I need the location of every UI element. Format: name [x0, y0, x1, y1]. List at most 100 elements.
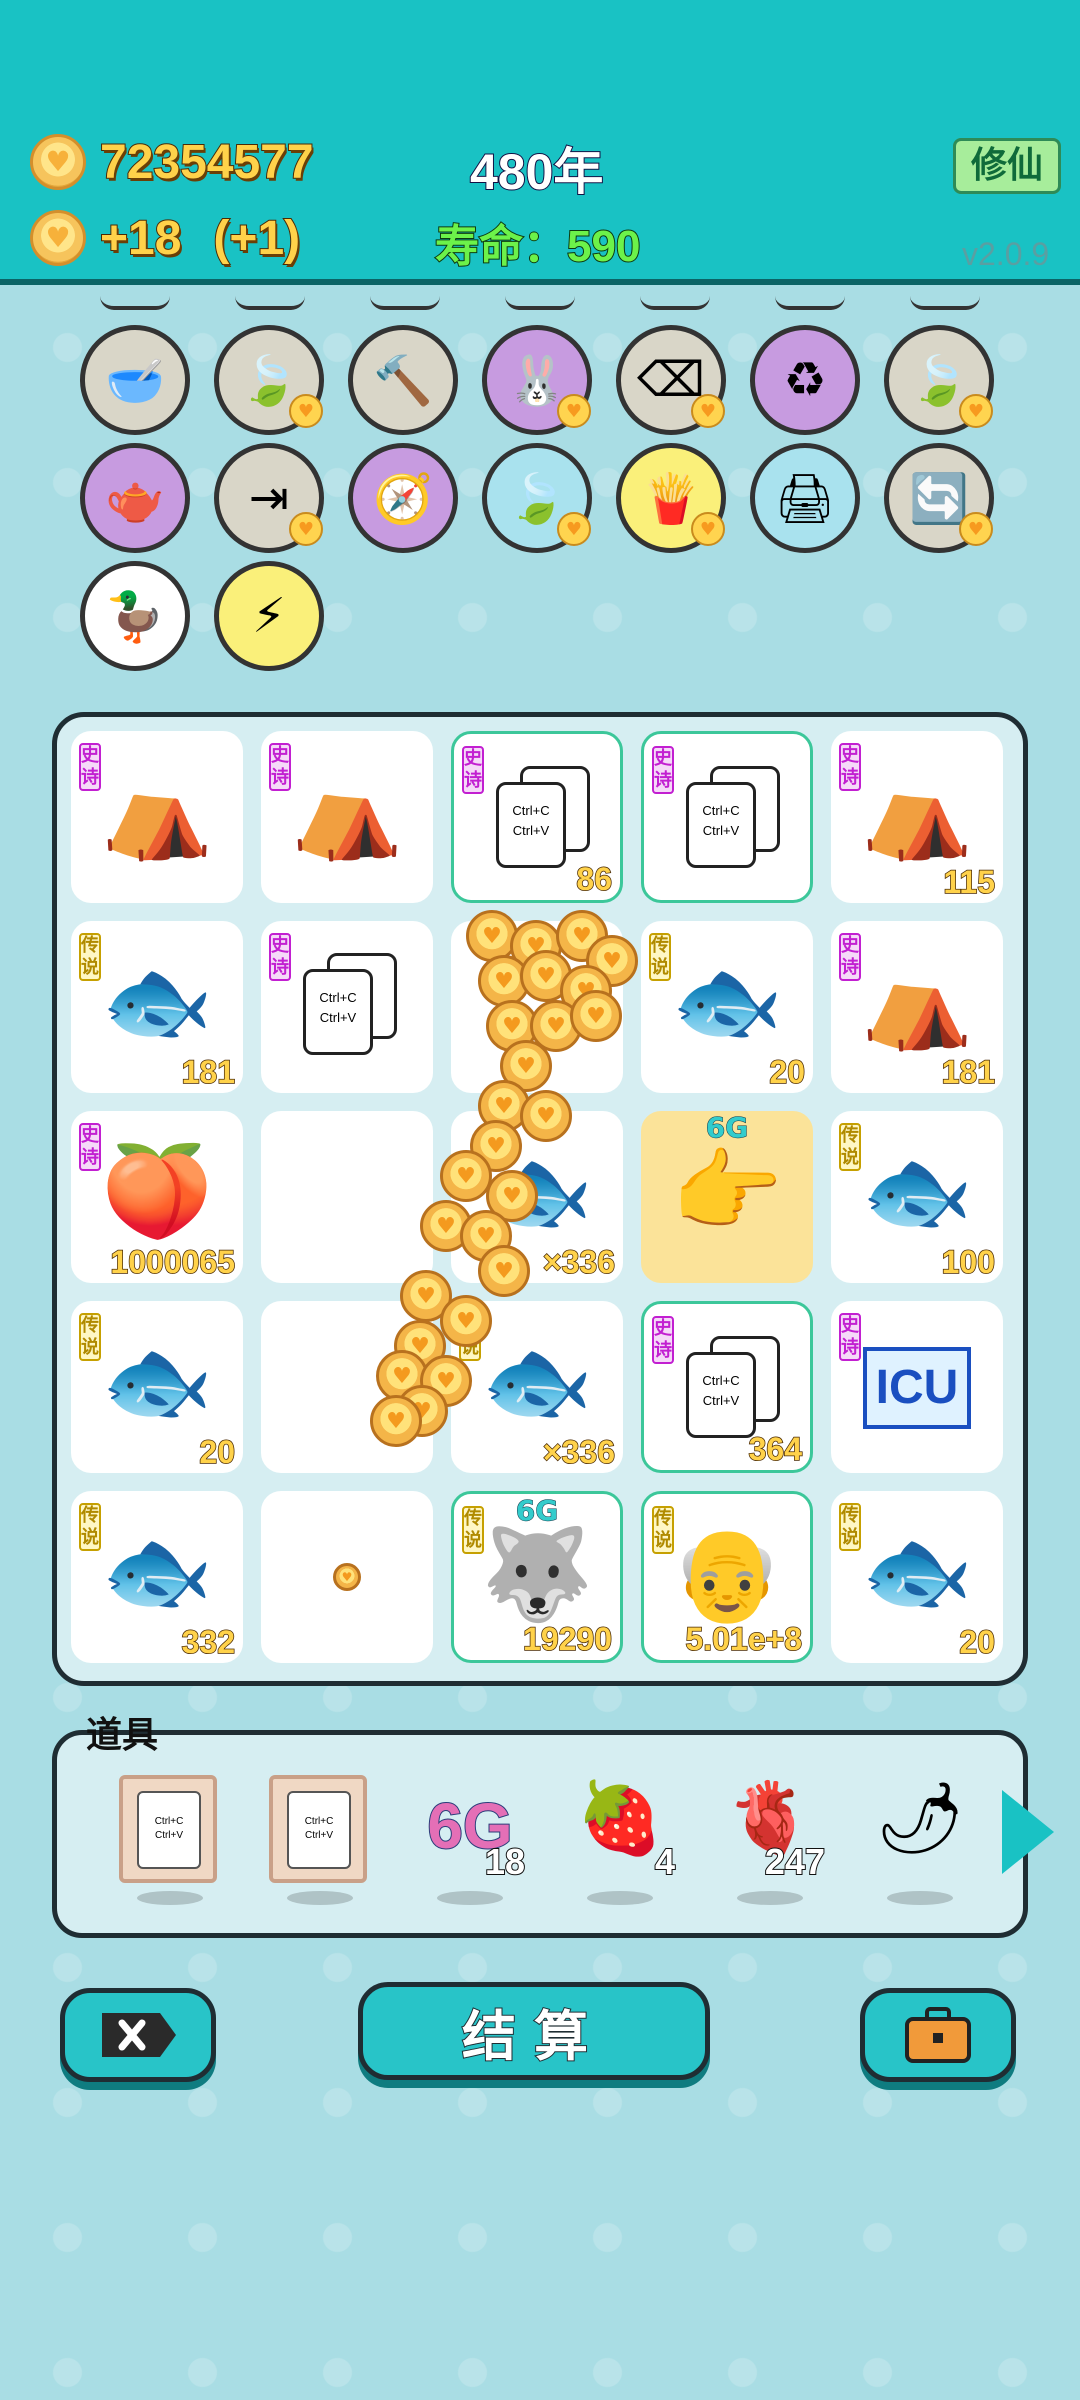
leaf-icon: 🍃	[909, 352, 969, 409]
copy-frame-item[interactable]: Ctrl+C Ctrl+V	[265, 1775, 375, 1905]
koi-fish-icon: 🐟	[860, 1139, 974, 1244]
board-cell[interactable]: 传说 🐟 ×336	[451, 1301, 623, 1473]
ability-button[interactable]: 🍃 ♥	[884, 325, 994, 435]
heart-badge-icon: ♥	[691, 512, 725, 546]
cell-count: 19290	[522, 1620, 612, 1658]
board-cell[interactable]: 传说 🐟 20	[831, 1491, 1003, 1663]
board-cell[interactable]: 史诗 ⛺ 181	[831, 921, 1003, 1093]
ability-button[interactable]: ⌫ ♥	[616, 325, 726, 435]
board-cell[interactable]: 传说 🐟 181	[71, 921, 243, 1093]
board-cell[interactable]: 史诗 Ctrl+C Ctrl+V	[641, 731, 813, 903]
board-cell[interactable]: 👉 6G	[641, 1111, 813, 1283]
ability-button[interactable]: 🔨	[348, 325, 458, 435]
coin-income-row: +18 (+1)	[30, 210, 301, 266]
pointing-hand-icon: 👉	[670, 1139, 784, 1244]
paste-label: Ctrl+V	[154, 1830, 184, 1841]
discard-button[interactable]	[60, 1988, 216, 2082]
board-cell[interactable]: 传说 👴 5.01e+8	[641, 1491, 813, 1663]
version-label: v2.0.9	[962, 236, 1050, 272]
merge-board: 史诗 ⛺ 史诗 ⛺ 史诗 Ctrl+C Ctrl+V 86 史诗 Ctrl+C Ctrl+V 史诗 ⛺ 1…	[52, 712, 1028, 1686]
cell-count: 332	[181, 1623, 236, 1661]
board-cell[interactable]	[261, 1301, 433, 1473]
refresh-icon: 🔄	[909, 470, 969, 527]
lifespan-display: 寿命：590	[434, 210, 641, 274]
board-cell[interactable]: ♥	[261, 1491, 433, 1663]
copy-frame-item[interactable]: Ctrl+C Ctrl+V	[115, 1775, 225, 1905]
coin-total: 72354577	[99, 135, 315, 190]
chili-item[interactable]: 🌶	[865, 1775, 975, 1905]
board-cell[interactable]: 传说 🐺 6G 19290	[451, 1491, 623, 1663]
ability-button[interactable]: 🍟 ♥	[616, 443, 726, 553]
ability-button[interactable]: 🔄 ♥	[884, 443, 994, 553]
item-shadow	[437, 1891, 503, 1905]
board-cell[interactable]: 史诗 ⛺	[71, 731, 243, 903]
old-man-king-icon: 👴	[670, 1522, 784, 1627]
year-display: 480年	[469, 143, 604, 201]
board-cell[interactable]: 传说 🐟 332	[71, 1491, 243, 1663]
koi-fish-icon: 🐟	[100, 1519, 214, 1624]
heart-badge-icon: ♥	[959, 512, 993, 546]
board-cell[interactable]: 传说 🐟 100	[831, 1111, 1003, 1283]
ability-button[interactable]: ⚡	[214, 561, 324, 671]
board-cell[interactable]: 史诗 🍑 1000065	[71, 1111, 243, 1283]
lightning-icon: ⚡	[252, 588, 286, 644]
ability-button[interactable]: 🍃 ♥	[482, 443, 592, 553]
strawberry-item[interactable]: 🍓 4	[565, 1775, 676, 1905]
husky-king-icon: 🐺	[480, 1522, 594, 1627]
pet-food-bowl-icon: 🥣	[105, 352, 165, 409]
board-cell[interactable]: 🐟 ×336	[451, 1111, 623, 1283]
fries-icon: 🍟	[641, 470, 701, 527]
board-cell[interactable]: 史诗 Ctrl+C Ctrl+V 86	[451, 731, 623, 903]
board-cell[interactable]	[261, 1111, 433, 1283]
compass-icon: 🧭	[373, 470, 433, 527]
cell-count: 364	[748, 1430, 803, 1468]
board-cell[interactable]: 史诗 Ctrl+C Ctrl+V	[261, 921, 433, 1093]
item-count: 4	[654, 1840, 676, 1883]
icu-sign-icon: ICU	[863, 1347, 971, 1429]
ability-button[interactable]: 🍃 ♥	[214, 325, 324, 435]
coin-icon	[30, 210, 86, 266]
cultivate-button[interactable]: 修仙	[953, 138, 1061, 194]
item-count: 247	[764, 1840, 826, 1883]
tent-rabbit-icon: ⛺	[290, 759, 404, 864]
heart-badge-icon: ♥	[289, 394, 323, 428]
cell-count: 86	[576, 860, 613, 898]
items-panel-title: 道具	[86, 1715, 159, 1756]
ability-button[interactable]: 🥣	[80, 325, 190, 435]
board-cell[interactable]: 史诗 ⛺ 115	[831, 731, 1003, 903]
cell-count: ×336	[542, 1433, 616, 1471]
cell-count: 20	[769, 1053, 806, 1091]
duck-pot-icon: 🦆	[105, 588, 165, 645]
copy-label: Ctrl+C	[304, 1816, 334, 1827]
board-cell[interactable]: 史诗 Ctrl+C Ctrl+V 364	[641, 1301, 813, 1473]
epic-tag: 史诗	[652, 1316, 674, 1364]
ability-button[interactable]: 🫖	[80, 443, 190, 553]
board-cell[interactable]: 史诗 ⛺	[261, 731, 433, 903]
board-cell[interactable]	[451, 921, 623, 1093]
backpack-button[interactable]	[860, 1988, 1016, 2082]
paste-label: Ctrl+V	[702, 1393, 740, 1408]
scroll-right-arrow-icon[interactable]	[1002, 1790, 1054, 1874]
board-cell[interactable]: 传说 🐟 20	[641, 921, 813, 1093]
settle-button[interactable]: 结算	[358, 1982, 710, 2080]
ability-button[interactable]: 🖨	[750, 443, 860, 553]
board-cell[interactable]: 史诗 ICU	[831, 1301, 1003, 1473]
copy-label: Ctrl+C	[512, 803, 550, 818]
cell-count: 181	[181, 1053, 236, 1091]
epic-tag: 史诗	[462, 746, 484, 794]
liver-item[interactable]: 🫀 247	[715, 1775, 826, 1905]
ability-button[interactable]: 🦆	[80, 561, 190, 671]
ability-button[interactable]: 🐰 ♥	[482, 325, 592, 435]
item-shadow	[737, 1891, 803, 1905]
6g-item[interactable]: 6G 18	[415, 1775, 526, 1905]
ability-button[interactable]: 🧭	[348, 443, 458, 553]
koi-fish-icon: 🐟	[100, 949, 214, 1054]
income-bonus: (+1)	[212, 211, 301, 266]
printer-icon: 🖨	[774, 470, 836, 527]
cell-count: 20	[199, 1433, 236, 1471]
ability-button[interactable]: ⇥ ♥	[214, 443, 324, 553]
heart-badge-icon: ♥	[691, 394, 725, 428]
heart-badge-icon: ♥	[557, 512, 591, 546]
board-cell[interactable]: 传说 🐟 20	[71, 1301, 243, 1473]
ability-button[interactable]: ♻	[750, 325, 860, 435]
